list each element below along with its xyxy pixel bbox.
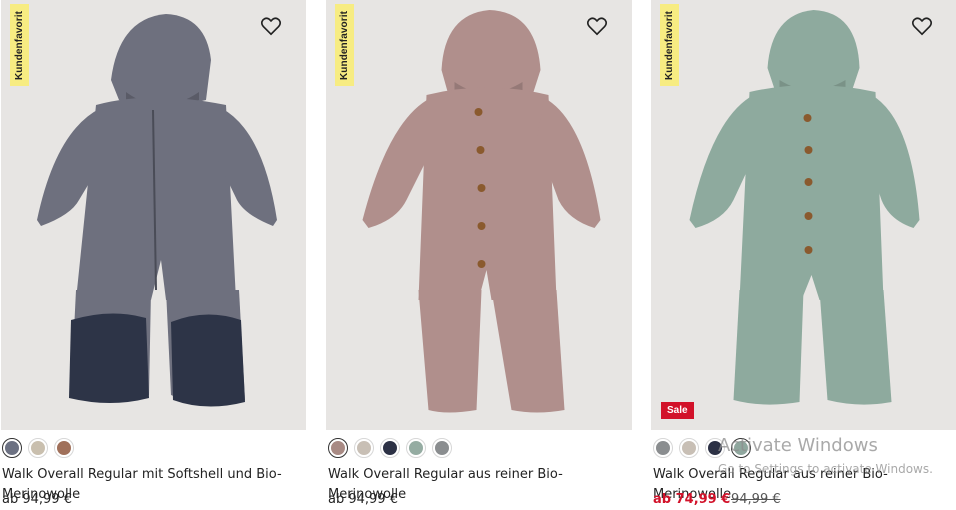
color-swatch[interactable] — [2, 438, 22, 458]
color-swatch[interactable] — [653, 438, 673, 458]
product-image-area[interactable]: Kundenfavorit — [326, 0, 632, 430]
color-swatch-dot — [435, 441, 449, 455]
color-swatch[interactable] — [380, 438, 400, 458]
wishlist-heart-icon[interactable] — [911, 16, 933, 36]
color-swatch-dot — [656, 441, 670, 455]
wishlist-heart-icon[interactable] — [586, 16, 608, 36]
color-swatches — [653, 438, 751, 458]
badge-label: Kundenfavorit — [664, 10, 675, 80]
product-card[interactable]: Kundenfavorit Sale Walk Overall Regular … — [651, 0, 956, 510]
color-swatch[interactable] — [679, 438, 699, 458]
product-old-price: 94,99 € — [731, 492, 781, 507]
color-swatch-dot — [409, 441, 423, 455]
wishlist-heart-icon[interactable] — [260, 16, 282, 36]
color-swatch[interactable] — [406, 438, 426, 458]
product-image — [362, 10, 601, 413]
product-image — [689, 10, 920, 405]
product-image-area[interactable]: Kundenfavorit — [1, 0, 306, 430]
color-swatches — [328, 438, 452, 458]
customer-favorite-badge: Kundenfavorit — [335, 4, 354, 86]
badge-label: Kundenfavorit — [14, 10, 25, 80]
color-swatch-dot — [5, 441, 19, 455]
product-price: ab 94,99 € — [2, 492, 72, 507]
color-swatch[interactable] — [354, 438, 374, 458]
product-image — [37, 14, 277, 407]
color-swatch-dot — [734, 441, 748, 455]
color-swatch-dot — [708, 441, 722, 455]
color-swatch[interactable] — [28, 438, 48, 458]
color-swatch-dot — [682, 441, 696, 455]
color-swatch-dot — [383, 441, 397, 455]
sale-badge: Sale — [661, 402, 694, 419]
color-swatch-dot — [331, 441, 345, 455]
color-swatch-dot — [57, 441, 71, 455]
color-swatch[interactable] — [731, 438, 751, 458]
color-swatch-dot — [357, 441, 371, 455]
product-card[interactable]: Kundenfavorit Walk Overall Regular aus r… — [326, 0, 632, 510]
color-swatch[interactable] — [705, 438, 725, 458]
customer-favorite-badge: Kundenfavorit — [660, 4, 679, 86]
badge-label: Kundenfavorit — [339, 10, 350, 80]
color-swatches — [2, 438, 74, 458]
product-image-area[interactable]: Kundenfavorit Sale — [651, 0, 956, 430]
product-sale-price: ab 74,99 € — [653, 492, 731, 507]
customer-favorite-badge: Kundenfavorit — [10, 4, 29, 86]
color-swatch-dot — [31, 441, 45, 455]
color-swatch[interactable] — [328, 438, 348, 458]
color-swatch[interactable] — [432, 438, 452, 458]
color-swatch[interactable] — [54, 438, 74, 458]
product-card[interactable]: Kundenfavorit Walk Overall Regular mit S… — [0, 0, 306, 510]
product-price: ab 94,99 € — [328, 492, 398, 507]
